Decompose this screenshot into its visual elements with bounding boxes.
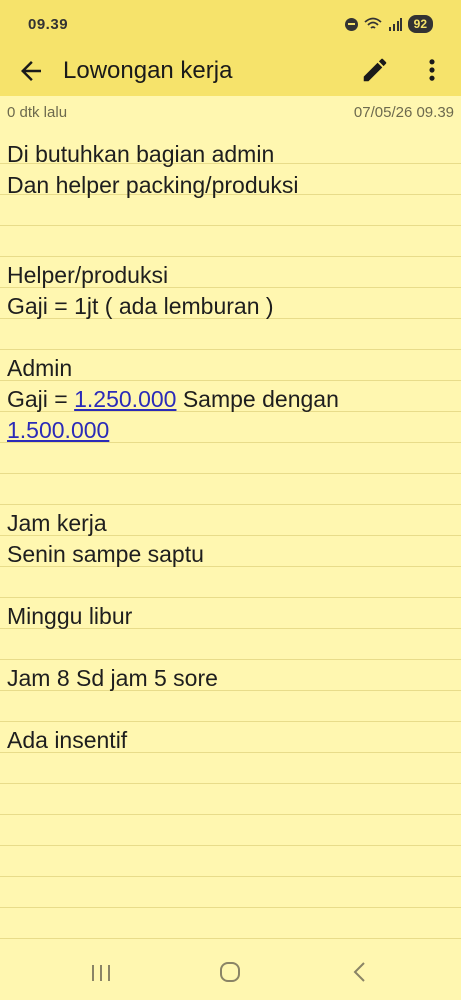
note-line: Dan helper packing/produksi bbox=[7, 172, 299, 198]
back-icon[interactable] bbox=[350, 960, 370, 984]
note-meta: 0 dtk lalu 07/05/26 09.39 bbox=[7, 104, 454, 126]
status-bar: 09.39 92 bbox=[0, 0, 461, 48]
status-time: 09.39 bbox=[28, 15, 69, 33]
edited-ago: 0 dtk lalu bbox=[7, 104, 68, 121]
battery-badge: 92 bbox=[407, 15, 433, 33]
more-vert-icon[interactable] bbox=[418, 54, 446, 86]
system-nav-bar bbox=[0, 944, 461, 1000]
note-body[interactable]: Di butuhkan bagian admin Dan helper pack… bbox=[0, 134, 461, 944]
top-bar: 09.39 92 Lowongan kerja bbox=[0, 0, 461, 96]
salary-link-min[interactable]: 1.250.000 bbox=[74, 386, 176, 412]
salary-suffix: Sampe dengan bbox=[176, 386, 339, 412]
app-bar: Lowongan kerja bbox=[0, 48, 461, 96]
note-line: Admin bbox=[7, 355, 73, 381]
signal-icon bbox=[388, 17, 402, 31]
note-line: Minggu libur bbox=[7, 603, 133, 629]
note-line: Gaji = 1jt ( ada lemburan ) bbox=[7, 293, 274, 319]
home-icon[interactable] bbox=[218, 960, 242, 984]
pencil-icon[interactable] bbox=[360, 55, 390, 85]
note-line: Di butuhkan bagian admin bbox=[7, 141, 275, 167]
wifi-icon bbox=[364, 17, 382, 29]
note-line: Senin sampe saptu bbox=[7, 541, 204, 567]
back-arrow-icon[interactable] bbox=[16, 56, 46, 86]
do-not-disturb-icon bbox=[344, 17, 358, 31]
note-line: Ada insentif bbox=[7, 727, 128, 753]
recent-apps-icon[interactable] bbox=[88, 962, 114, 984]
note-title: Lowongan kerja bbox=[63, 57, 233, 84]
salary-link-max[interactable]: 1.500.000 bbox=[7, 417, 109, 443]
note-line: Jam kerja bbox=[7, 510, 107, 536]
note-line: 1.500.000 bbox=[7, 415, 109, 446]
salary-prefix: Gaji = bbox=[7, 386, 75, 412]
note-line: Gaji = 1.250.000 Sampe dengan bbox=[7, 384, 339, 415]
note-line: Jam 8 Sd jam 5 sore bbox=[7, 665, 218, 691]
status-icons: 92 bbox=[344, 15, 433, 33]
note-datetime: 07/05/26 09.39 bbox=[353, 104, 454, 121]
note-line: Helper/produksi bbox=[7, 262, 169, 288]
